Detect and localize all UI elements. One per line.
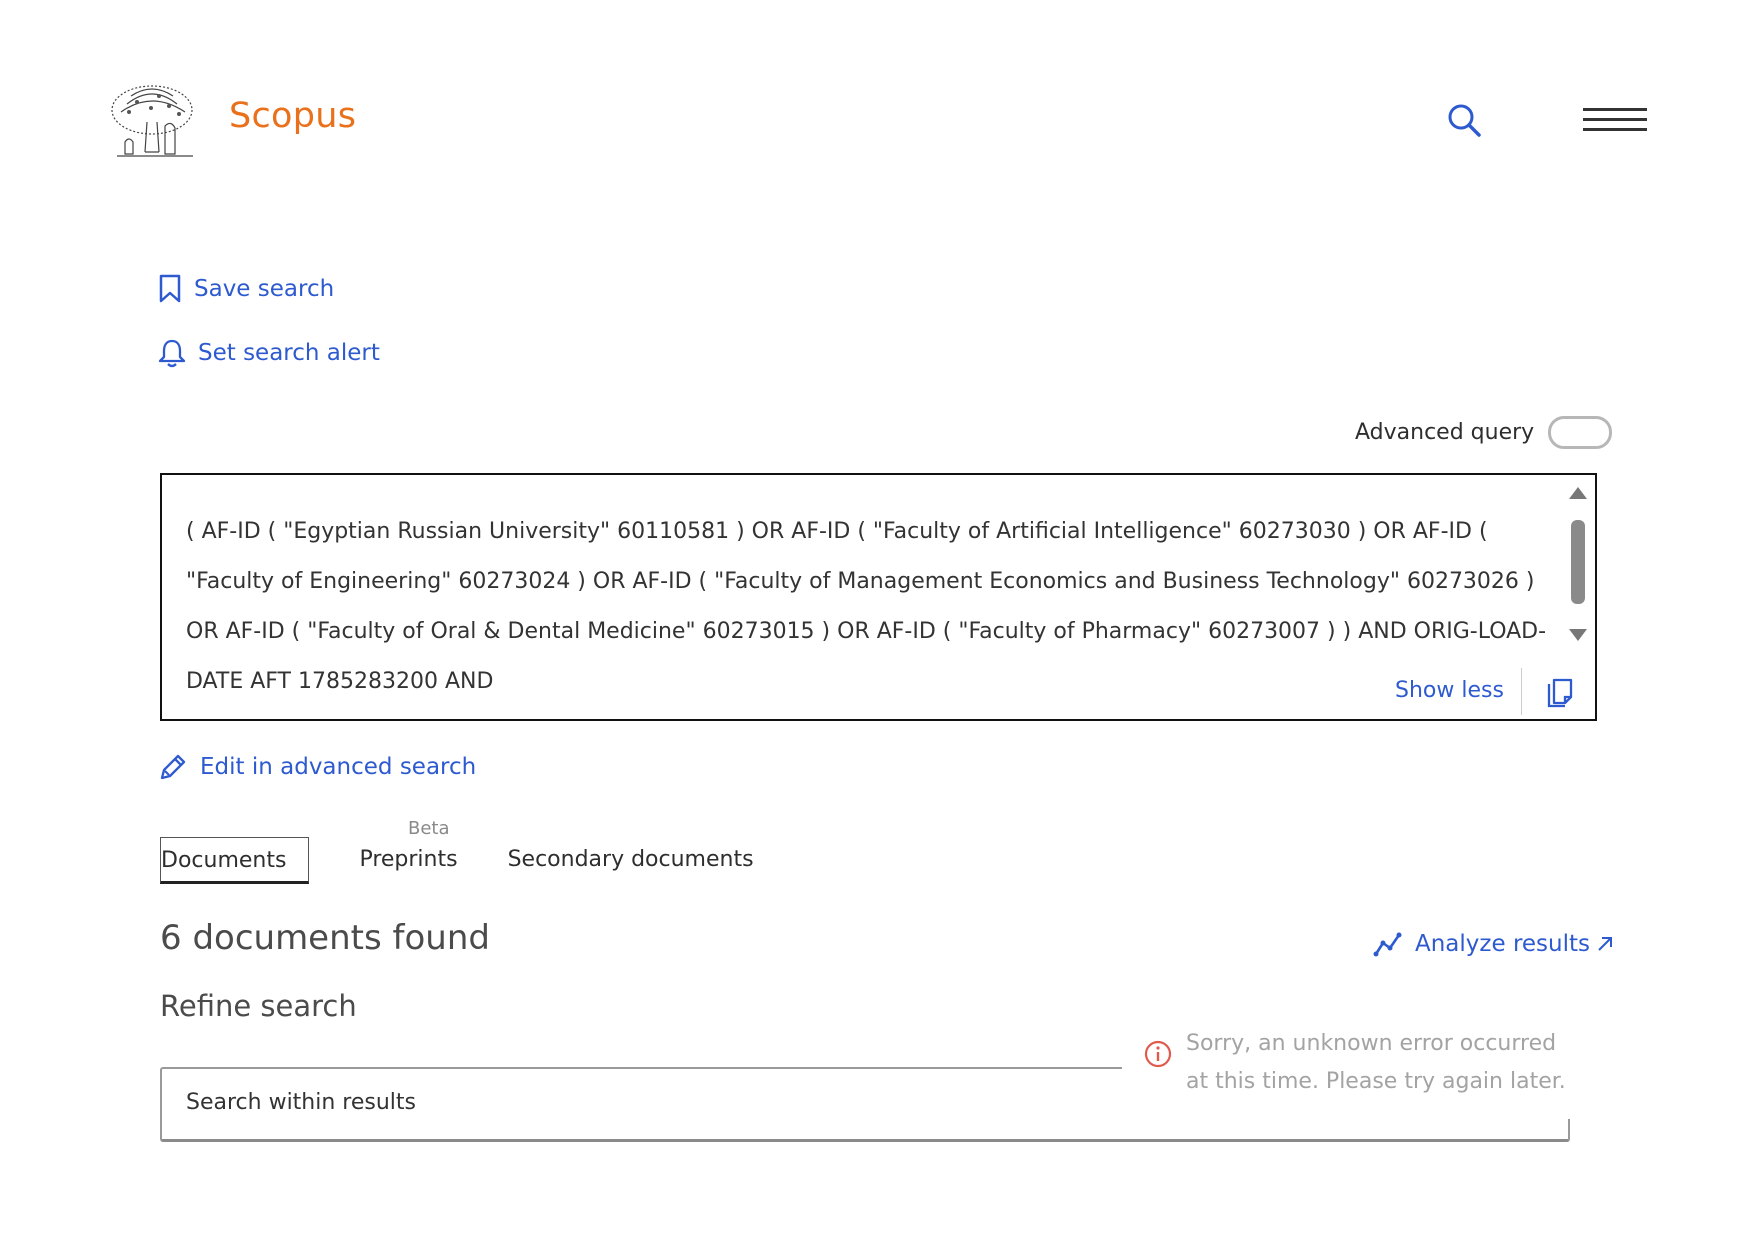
scroll-thumb[interactable] xyxy=(1571,520,1585,604)
error-message: Sorry, an unknown error occurred at this… xyxy=(1186,1031,1566,1094)
divider xyxy=(1521,668,1522,715)
scroll-down-arrow-icon[interactable] xyxy=(1569,629,1587,641)
hamburger-menu-icon[interactable] xyxy=(1583,108,1647,138)
analyze-results-link[interactable]: Analyze results xyxy=(1373,930,1614,958)
analyze-results-label: Analyze results xyxy=(1415,931,1590,957)
pencil-icon xyxy=(160,754,186,780)
set-search-alert-button[interactable]: Set search alert xyxy=(158,338,380,368)
set-search-alert-label: Set search alert xyxy=(198,340,380,366)
bookmark-icon xyxy=(159,274,181,303)
trend-line-icon xyxy=(1373,932,1402,957)
scroll-up-arrow-icon[interactable] xyxy=(1569,487,1587,499)
show-less-button[interactable]: Show less xyxy=(1395,678,1504,703)
info-error-icon xyxy=(1144,1040,1172,1068)
advanced-query-label: Advanced query xyxy=(1355,420,1535,445)
error-tooltip: Sorry, an unknown error occurred at this… xyxy=(1122,1015,1582,1119)
refine-search-heading: Refine search xyxy=(160,989,357,1023)
advanced-query-toggle-row: Advanced query xyxy=(1355,416,1613,449)
documents-found-count: 6 documents found xyxy=(160,918,490,958)
query-display-box: ( AF-ID ( "Egyptian Russian University" … xyxy=(160,473,1597,721)
tab-secondary-documents[interactable]: Secondary documents xyxy=(508,837,754,884)
save-search-label: Save search xyxy=(194,276,335,302)
tab-preprints[interactable]: Preprints xyxy=(359,837,457,884)
advanced-query-toggle[interactable] xyxy=(1548,416,1613,449)
edit-in-advanced-search-link[interactable]: Edit in advanced search xyxy=(158,752,476,782)
elsevier-logo-icon[interactable] xyxy=(107,82,197,162)
search-icon[interactable] xyxy=(1447,103,1483,139)
edit-in-advanced-search-label: Edit in advanced search xyxy=(200,754,477,780)
brand-name[interactable]: Scopus xyxy=(229,96,356,136)
tab-documents[interactable]: Documents xyxy=(160,837,310,884)
copy-query-icon[interactable] xyxy=(1546,677,1574,709)
save-search-button[interactable]: Save search xyxy=(158,274,334,304)
beta-badge: Beta xyxy=(408,818,450,839)
results-tabs: Documents Preprints Secondary documents xyxy=(160,837,804,884)
query-scrollbar[interactable] xyxy=(1565,483,1589,643)
query-text[interactable]: ( AF-ID ( "Egyptian Russian University" … xyxy=(186,507,1554,707)
external-link-arrow-icon xyxy=(1598,937,1612,951)
bell-icon xyxy=(158,339,186,368)
